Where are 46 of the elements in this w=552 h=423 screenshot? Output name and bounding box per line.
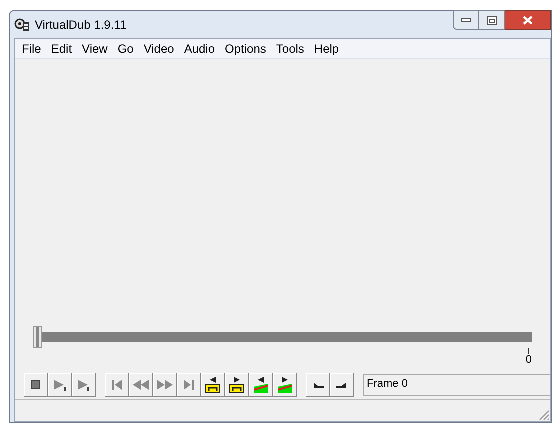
play-input-button[interactable] [48,373,72,397]
skip-start-icon [110,379,124,391]
menu-item[interactable]: Options [220,40,272,58]
keyframe-icon [276,376,294,394]
play-icon [76,378,92,392]
scene-icon [228,376,246,394]
skip-end-icon [182,379,196,391]
menu-item[interactable]: Help [309,40,344,58]
close-button[interactable] [505,10,551,30]
rewind-icon [132,379,150,391]
minimize-button[interactable] [453,10,479,30]
scene-icon [204,376,222,394]
play-output-button[interactable] [72,373,96,397]
menu-item[interactable]: Audio [179,40,220,58]
keyframe-back-button[interactable] [249,373,273,397]
next-key-button[interactable] [153,373,177,397]
window-title: VirtualDub 1.9.11 [35,16,127,34]
stop-icon [31,380,41,390]
scene-back-button[interactable] [201,373,225,397]
minimize-icon [461,18,471,22]
mark-out-button[interactable] [330,373,354,397]
start-button[interactable] [105,373,129,397]
mark-in-button[interactable] [306,373,330,397]
menu-item[interactable]: File [17,40,46,58]
maximize-button[interactable] [479,10,505,30]
prev-key-button[interactable] [129,373,153,397]
keyframe-fwd-button[interactable] [273,373,297,397]
fast-forward-icon [156,379,174,391]
menu-item[interactable]: Tools [271,40,310,58]
tick-label: 0 [526,354,532,366]
maximize-icon [486,16,496,24]
scene-fwd-button[interactable] [225,373,249,397]
frame-field: Frame 0 [363,374,550,396]
keyframe-icon [252,376,270,394]
close-icon [522,16,532,24]
menu-item[interactable]: Edit [46,40,78,58]
slider-thumb[interactable] [33,326,42,348]
resize-grip-icon [538,409,550,421]
app-icon [14,18,30,32]
menu-item[interactable]: View [77,40,113,58]
play-icon [52,378,68,392]
mark-out-icon [335,380,349,390]
menu-item[interactable]: Video [138,40,180,58]
mark-in-icon [311,380,325,390]
stop-button[interactable] [24,373,48,397]
menu-item[interactable]: Go [112,40,139,58]
